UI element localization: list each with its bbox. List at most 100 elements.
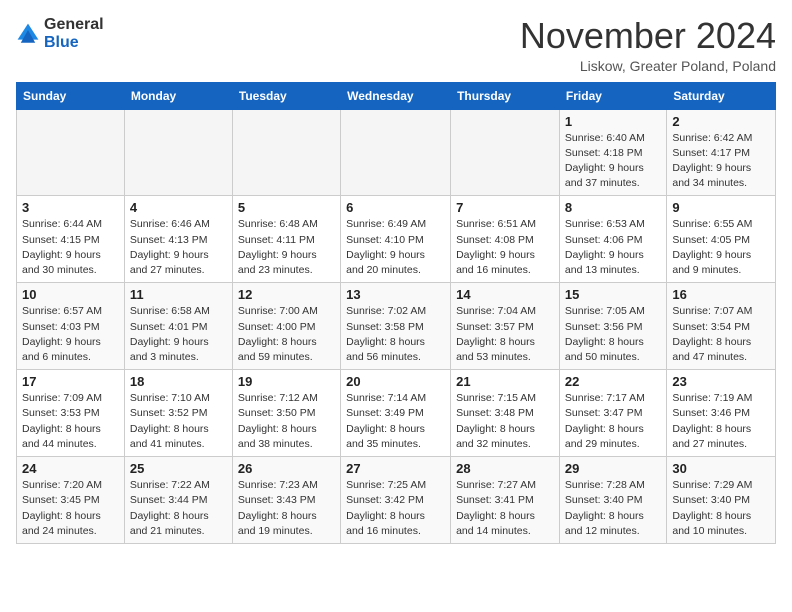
day-number: 9: [672, 200, 770, 215]
day-number: 3: [22, 200, 119, 215]
logo-general: General: [44, 16, 104, 33]
day-info: Sunrise: 6:58 AM Sunset: 4:01 PM Dayligh…: [130, 304, 227, 365]
calendar: SundayMondayTuesdayWednesdayThursdayFrid…: [16, 82, 776, 544]
calendar-day-cell: 18Sunrise: 7:10 AM Sunset: 3:52 PM Dayli…: [124, 370, 232, 457]
day-number: 27: [346, 461, 445, 476]
title-area: November 2024 Liskow, Greater Poland, Po…: [520, 16, 776, 74]
day-of-week-header: Thursday: [451, 82, 560, 109]
calendar-header-row: SundayMondayTuesdayWednesdayThursdayFrid…: [17, 82, 776, 109]
calendar-day-cell: 12 Sunrise: 7:00 AM Sunset: 4:00 PM Dayli…: [232, 283, 340, 370]
calendar-day-cell: 16 Sunrise: 7:07 AM Sunset: 3:54 PM Dayli…: [667, 283, 776, 370]
day-info: Sunrise: 7:05 AM Sunset: 3:56 PM Dayligh…: [565, 304, 661, 365]
calendar-day-cell: [17, 109, 125, 196]
calendar-day-cell: 1 Sunrise: 6:40 AM Sunset: 4:18 PM Daylig…: [559, 109, 666, 196]
day-info: Sunrise: 7:15 AM Sunset: 3:48 PM Dayligh…: [456, 391, 554, 452]
calendar-day-cell: 7 Sunrise: 6:51 AM Sunset: 4:08 PM Daylig…: [451, 196, 560, 283]
calendar-week-row: 17 Sunrise: 7:09 AM Sunset: 3:53 PM Dayli…: [17, 370, 776, 457]
day-number: 17: [22, 374, 119, 389]
month-title: November 2024: [520, 16, 776, 56]
calendar-day-cell: 10Sunrise: 6:57 AM Sunset: 4:03 PM Dayli…: [17, 283, 125, 370]
day-of-week-header: Sunday: [17, 82, 125, 109]
day-info: Sunrise: 6:48 AM Sunset: 4:11 PM Dayligh…: [238, 217, 335, 278]
day-number: 8: [565, 200, 661, 215]
day-number: 2: [672, 114, 770, 129]
day-of-week-header: Monday: [124, 82, 232, 109]
day-number: 30: [672, 461, 770, 476]
day-number: 29: [565, 461, 661, 476]
day-number: 12: [238, 287, 335, 302]
day-info: Sunrise: 7:23 AM Sunset: 3:43 PM Dayligh…: [238, 478, 335, 539]
calendar-day-cell: [451, 109, 560, 196]
day-info: Sunrise: 7:22 AM Sunset: 3:44 PM Dayligh…: [130, 478, 227, 539]
day-of-week-header: Wednesday: [341, 82, 451, 109]
day-number: 24: [22, 461, 119, 476]
calendar-day-cell: 17 Sunrise: 7:09 AM Sunset: 3:53 PM Dayli…: [17, 370, 125, 457]
day-info: Sunrise: 7:14 AM Sunset: 3:49 PM Dayligh…: [346, 391, 445, 452]
logo-icon: [16, 22, 40, 46]
day-info: Sunrise: 6:51 AM Sunset: 4:08 PM Dayligh…: [456, 217, 554, 278]
calendar-day-cell: 21 Sunrise: 7:15 AM Sunset: 3:48 PM Dayli…: [451, 370, 560, 457]
day-number: 26: [238, 461, 335, 476]
day-number: 14: [456, 287, 554, 302]
logo-blue: Blue: [44, 34, 79, 51]
calendar-day-cell: 20 Sunrise: 7:14 AM Sunset: 3:49 PM Dayli…: [341, 370, 451, 457]
day-of-week-header: Friday: [559, 82, 666, 109]
calendar-day-cell: 28 Sunrise: 7:27 AM Sunset: 3:41 PM Dayli…: [451, 457, 560, 544]
calendar-week-row: 10Sunrise: 6:57 AM Sunset: 4:03 PM Dayli…: [17, 283, 776, 370]
calendar-day-cell: 19Sunrise: 7:12 AM Sunset: 3:50 PM Dayli…: [232, 370, 340, 457]
day-number: 19: [238, 374, 335, 389]
calendar-day-cell: 9 Sunrise: 6:55 AM Sunset: 4:05 PM Daylig…: [667, 196, 776, 283]
day-number: 5: [238, 200, 335, 215]
calendar-day-cell: 14 Sunrise: 7:04 AM Sunset: 3:57 PM Dayli…: [451, 283, 560, 370]
day-info: Sunrise: 7:17 AM Sunset: 3:47 PM Dayligh…: [565, 391, 661, 452]
day-info: Sunrise: 7:07 AM Sunset: 3:54 PM Dayligh…: [672, 304, 770, 365]
day-info: Sunrise: 7:25 AM Sunset: 3:42 PM Dayligh…: [346, 478, 445, 539]
day-number: 25: [130, 461, 227, 476]
day-info: Sunrise: 6:55 AM Sunset: 4:05 PM Dayligh…: [672, 217, 770, 278]
calendar-week-row: 1 Sunrise: 6:40 AM Sunset: 4:18 PM Daylig…: [17, 109, 776, 196]
calendar-day-cell: 26 Sunrise: 7:23 AM Sunset: 3:43 PM Dayli…: [232, 457, 340, 544]
calendar-day-cell: [232, 109, 340, 196]
day-info: Sunrise: 7:27 AM Sunset: 3:41 PM Dayligh…: [456, 478, 554, 539]
calendar-day-cell: 3Sunrise: 6:44 AM Sunset: 4:15 PM Daylig…: [17, 196, 125, 283]
calendar-week-row: 3Sunrise: 6:44 AM Sunset: 4:15 PM Daylig…: [17, 196, 776, 283]
logo: General Blue: [16, 16, 104, 52]
day-number: 22: [565, 374, 661, 389]
day-info: Sunrise: 6:42 AM Sunset: 4:17 PM Dayligh…: [672, 131, 770, 192]
day-number: 15: [565, 287, 661, 302]
day-number: 7: [456, 200, 554, 215]
calendar-day-cell: 5 Sunrise: 6:48 AM Sunset: 4:11 PM Daylig…: [232, 196, 340, 283]
day-info: Sunrise: 7:04 AM Sunset: 3:57 PM Dayligh…: [456, 304, 554, 365]
calendar-day-cell: [341, 109, 451, 196]
day-info: Sunrise: 7:19 AM Sunset: 3:46 PM Dayligh…: [672, 391, 770, 452]
calendar-day-cell: 13Sunrise: 7:02 AM Sunset: 3:58 PM Dayli…: [341, 283, 451, 370]
day-info: Sunrise: 7:09 AM Sunset: 3:53 PM Dayligh…: [22, 391, 119, 452]
day-number: 16: [672, 287, 770, 302]
header: General Blue November 2024 Liskow, Great…: [16, 16, 776, 74]
day-number: 10: [22, 287, 119, 302]
calendar-day-cell: [124, 109, 232, 196]
day-number: 28: [456, 461, 554, 476]
day-info: Sunrise: 7:28 AM Sunset: 3:40 PM Dayligh…: [565, 478, 661, 539]
day-info: Sunrise: 6:40 AM Sunset: 4:18 PM Dayligh…: [565, 131, 661, 192]
calendar-day-cell: 23Sunrise: 7:19 AM Sunset: 3:46 PM Dayli…: [667, 370, 776, 457]
day-number: 11: [130, 287, 227, 302]
day-info: Sunrise: 6:53 AM Sunset: 4:06 PM Dayligh…: [565, 217, 661, 278]
day-number: 21: [456, 374, 554, 389]
day-number: 6: [346, 200, 445, 215]
day-of-week-header: Saturday: [667, 82, 776, 109]
day-of-week-header: Tuesday: [232, 82, 340, 109]
calendar-day-cell: 30 Sunrise: 7:29 AM Sunset: 3:40 PM Dayli…: [667, 457, 776, 544]
calendar-day-cell: 27 Sunrise: 7:25 AM Sunset: 3:42 PM Dayli…: [341, 457, 451, 544]
day-info: Sunrise: 7:29 AM Sunset: 3:40 PM Dayligh…: [672, 478, 770, 539]
day-number: 20: [346, 374, 445, 389]
day-info: Sunrise: 7:20 AM Sunset: 3:45 PM Dayligh…: [22, 478, 119, 539]
calendar-day-cell: 29 Sunrise: 7:28 AM Sunset: 3:40 PM Dayli…: [559, 457, 666, 544]
day-info: Sunrise: 7:10 AM Sunset: 3:52 PM Dayligh…: [130, 391, 227, 452]
day-number: 1: [565, 114, 661, 129]
day-info: Sunrise: 7:00 AM Sunset: 4:00 PM Dayligh…: [238, 304, 335, 365]
calendar-day-cell: 15 Sunrise: 7:05 AM Sunset: 3:56 PM Dayli…: [559, 283, 666, 370]
calendar-day-cell: 4Sunrise: 6:46 AM Sunset: 4:13 PM Daylig…: [124, 196, 232, 283]
calendar-day-cell: 22 Sunrise: 7:17 AM Sunset: 3:47 PM Dayli…: [559, 370, 666, 457]
calendar-day-cell: 2 Sunrise: 6:42 AM Sunset: 4:17 PM Daylig…: [667, 109, 776, 196]
